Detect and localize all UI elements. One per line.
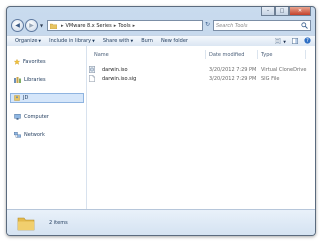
file-row-darwin-iso-sig[interactable]: darwin.iso.sig 3/20/2012 7:29 PM SIG Fil… <box>89 75 313 82</box>
refresh-button[interactable]: ↻ <box>203 20 212 29</box>
forward-button[interactable]: ▶ <box>25 19 38 32</box>
help-icon: ? <box>304 37 311 44</box>
sidebar-item-label: Computer <box>24 114 49 120</box>
chevron-right-icon: ▸ <box>61 22 64 29</box>
refresh-icon: ↻ <box>204 21 211 28</box>
caption-buttons: – □ ✕ <box>261 7 311 16</box>
preview-pane-icon <box>292 37 298 44</box>
file-date: 3/20/2012 7:29 PM <box>209 67 257 73</box>
navigation-buttons: ◀ ▶ ▼ <box>11 19 43 32</box>
breadcrumb-item-vmware[interactable]: VMware 8.x Series <box>66 23 112 29</box>
folder-icon <box>50 23 57 29</box>
change-view-button[interactable] <box>275 37 282 46</box>
view-icon <box>275 37 281 44</box>
minimize-button[interactable]: – <box>261 7 275 16</box>
help-button[interactable]: ? <box>304 37 311 46</box>
column-header-type[interactable]: Type <box>261 52 272 58</box>
search-box <box>213 20 311 31</box>
column-divider[interactable] <box>257 50 258 59</box>
maximize-button[interactable]: □ <box>275 7 289 16</box>
address-bar[interactable]: ▸ VMware 8.x Series ▸ Tools ▸ <box>47 20 203 31</box>
view-controls: ▼ ? <box>269 37 311 46</box>
svg-text:?: ? <box>306 38 309 44</box>
sidebar-item-label: Network <box>24 132 45 138</box>
file-type: Virtual CloneDrive <box>261 67 307 73</box>
back-button[interactable]: ◀ <box>11 19 24 32</box>
computer-icon <box>14 114 21 120</box>
column-divider[interactable] <box>205 50 206 59</box>
file-type: SIG File <box>261 76 280 82</box>
forward-arrow-icon: ▶ <box>29 22 34 29</box>
sidebar-item-libraries[interactable]: Libraries <box>14 77 46 83</box>
file-list: Name Date modified Type darwin.iso 3/20/… <box>87 46 315 209</box>
chevron-right-icon: ▸ <box>113 22 117 29</box>
include-in-library-label: Include in library <box>49 38 92 44</box>
recent-pages-dropdown[interactable]: ▼ <box>40 23 43 28</box>
file-name: darwin.iso.sig <box>102 76 137 82</box>
breadcrumb: ▸ VMware 8.x Series ▸ Tools ▸ <box>59 23 137 29</box>
file-name: darwin.iso <box>102 67 128 73</box>
libraries-icon <box>14 77 21 83</box>
disc-image-icon <box>89 66 95 73</box>
folder-icon <box>17 217 35 231</box>
back-arrow-icon: ◀ <box>15 22 20 29</box>
preview-pane-button[interactable] <box>292 37 298 46</box>
details-pane: 2 items <box>7 209 315 235</box>
sidebar-item-favorites[interactable]: Favorites <box>14 59 46 65</box>
breadcrumb-item-tools[interactable]: Tools <box>118 23 130 29</box>
close-button[interactable]: ✕ <box>289 7 311 16</box>
chevron-down-icon: ▼ <box>92 39 95 43</box>
user-folder-icon <box>14 95 20 101</box>
sidebar-item-label: JD <box>23 95 29 101</box>
burn-button[interactable]: Burn <box>141 38 153 44</box>
sidebar-item-computer[interactable]: Computer <box>14 114 49 120</box>
star-icon <box>14 59 20 65</box>
new-folder-button[interactable]: New folder <box>161 38 188 44</box>
file-date: 3/20/2012 7:29 PM <box>209 76 257 82</box>
organize-button[interactable]: Organize▼ <box>15 38 41 44</box>
chevron-down-icon: ▼ <box>130 39 134 43</box>
organize-label: Organize <box>15 38 38 44</box>
network-icon <box>14 132 21 138</box>
navigation-pane: Favorites Libraries JD Computer Network <box>7 46 87 209</box>
search-icon[interactable] <box>301 22 308 29</box>
item-count: 2 items <box>49 220 68 226</box>
chevron-down-icon: ▼ <box>38 39 42 43</box>
column-header-name[interactable]: Name <box>94 52 109 58</box>
search-input[interactable] <box>214 21 296 29</box>
explorer-window: – □ ✕ ◀ ▶ ▼ ▸ VMware 8.x Series ▸ Tools … <box>6 6 316 236</box>
sidebar-item-label: Favorites <box>23 59 46 65</box>
chevron-right-icon: ▸ <box>132 22 136 29</box>
include-in-library-button[interactable]: Include in library▼ <box>49 38 95 44</box>
sidebar-item-network[interactable]: Network <box>14 132 45 138</box>
view-options-dropdown[interactable]: ▼ <box>283 40 286 44</box>
column-header-date-modified[interactable]: Date modified <box>209 52 244 58</box>
file-row-darwin-iso[interactable]: darwin.iso 3/20/2012 7:29 PM Virtual Clo… <box>89 66 313 73</box>
sidebar-item-label: Libraries <box>24 77 46 83</box>
share-with-button[interactable]: Share with▼ <box>103 38 133 44</box>
generic-file-icon <box>89 75 95 82</box>
column-divider[interactable] <box>305 50 306 59</box>
sidebar-item-user[interactable]: JD <box>10 93 84 103</box>
share-with-label: Share with <box>102 38 130 44</box>
